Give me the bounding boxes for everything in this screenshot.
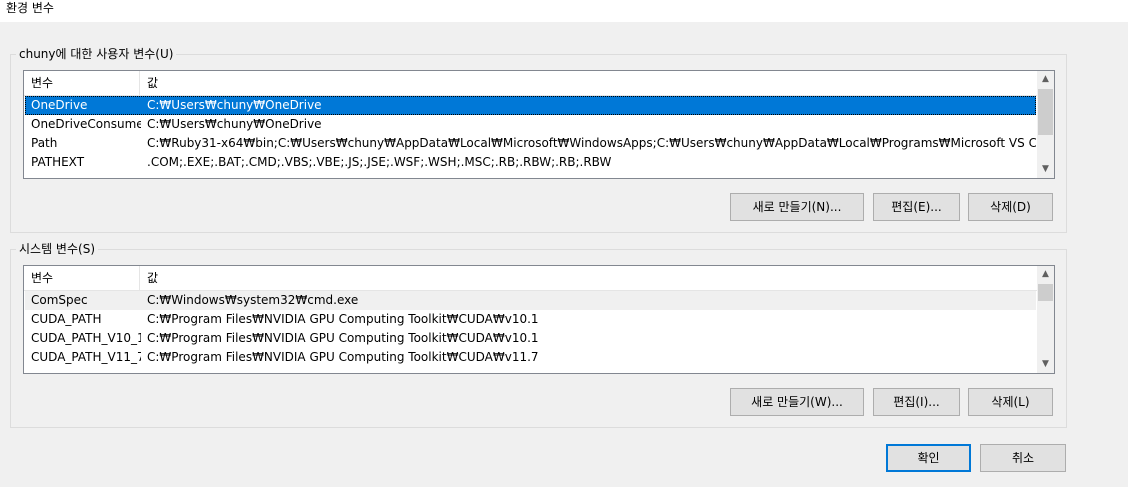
variable-name: OneDriveConsumer: [31, 117, 141, 131]
variable-name: OneDrive: [31, 98, 88, 112]
user-new-button[interactable]: 새로 만들기(N)...: [730, 193, 864, 221]
variable-value: C:₩Ruby31-x64₩bin;C:₩Users₩chuny₩AppData…: [147, 136, 1036, 150]
variable-name: PATHEXT: [31, 155, 85, 169]
table-row[interactable]: Path C:₩Ruby31-x64₩bin;C:₩Users₩chuny₩Ap…: [25, 134, 1036, 153]
column-header-value[interactable]: 값: [140, 266, 1037, 290]
system-variables-title: 시스템 변수(S): [16, 242, 98, 256]
system-edit-button[interactable]: 편집(I)...: [873, 388, 960, 416]
variable-name: Path: [31, 136, 58, 150]
variable-value: .COM;.EXE;.BAT;.CMD;.VBS;.VBE;.JS;.JSE;.…: [147, 155, 612, 169]
variable-value: C:₩Users₩chuny₩OneDrive: [147, 98, 322, 112]
title-bar: 환경 변수: [0, 0, 1128, 22]
table-row[interactable]: OneDriveConsumer C:₩Users₩chuny₩OneDrive: [25, 115, 1036, 134]
table-row[interactable]: CUDA_PATH C:₩Program Files₩NVIDIA GPU Co…: [25, 310, 1036, 329]
system-variables-list[interactable]: 변수 값 ComSpec C:₩Windows₩system32₩cmd.exe…: [23, 265, 1055, 374]
table-row[interactable]: PATHEXT .COM;.EXE;.BAT;.CMD;.VBS;.VBE;.J…: [25, 153, 1036, 172]
table-row[interactable]: CUDA_PATH_V10_1 C:₩Program Files₩NVIDIA …: [25, 329, 1036, 348]
user-edit-button[interactable]: 편집(E)...: [873, 193, 960, 221]
variable-value: C:₩Users₩chuny₩OneDrive: [147, 117, 322, 131]
scroll-thumb[interactable]: [1038, 89, 1053, 135]
variable-name: CUDA_PATH_V11_7: [31, 350, 141, 364]
user-variables-title: chuny에 대한 사용자 변수(U): [16, 47, 177, 61]
variable-name: CUDA_PATH: [31, 312, 102, 326]
list-header: 변수 값: [24, 266, 1037, 291]
ok-button[interactable]: 확인: [886, 444, 971, 472]
cancel-button[interactable]: 취소: [980, 444, 1066, 472]
column-header-variable[interactable]: 변수: [24, 266, 140, 290]
variable-name: CUDA_PATH_V10_1: [31, 331, 141, 345]
scroll-thumb[interactable]: [1038, 284, 1053, 301]
window-title: 환경 변수: [6, 1, 54, 15]
variable-name: ComSpec: [31, 293, 88, 307]
system-new-button[interactable]: 새로 만들기(W)...: [730, 388, 864, 416]
system-delete-button[interactable]: 삭제(L): [968, 388, 1053, 416]
table-row[interactable]: CUDA_PATH_V11_7 C:₩Program Files₩NVIDIA …: [25, 348, 1036, 367]
scroll-up-icon[interactable]: ▲: [1037, 71, 1054, 88]
user-variables-list[interactable]: 변수 값 OneDrive C:₩Users₩chuny₩OneDrive On…: [23, 70, 1055, 179]
user-delete-button[interactable]: 삭제(D): [968, 193, 1053, 221]
vertical-scrollbar[interactable]: ▲ ▼: [1037, 71, 1054, 178]
table-row[interactable]: ComSpec C:₩Windows₩system32₩cmd.exe: [25, 291, 1036, 310]
scroll-up-icon[interactable]: ▲: [1037, 266, 1054, 283]
column-header-value[interactable]: 값: [140, 71, 1037, 95]
table-row[interactable]: OneDrive C:₩Users₩chuny₩OneDrive: [25, 96, 1036, 115]
column-header-variable[interactable]: 변수: [24, 71, 140, 95]
variable-value: C:₩Program Files₩NVIDIA GPU Computing To…: [147, 350, 539, 364]
variable-value: C:₩Program Files₩NVIDIA GPU Computing To…: [147, 312, 539, 326]
scroll-down-icon[interactable]: ▼: [1037, 161, 1054, 178]
vertical-scrollbar[interactable]: ▲ ▼: [1037, 266, 1054, 373]
scroll-down-icon[interactable]: ▼: [1037, 356, 1054, 373]
list-header: 변수 값: [24, 71, 1037, 96]
variable-value: C:₩Program Files₩NVIDIA GPU Computing To…: [147, 331, 539, 345]
variable-value: C:₩Windows₩system32₩cmd.exe: [147, 293, 359, 307]
